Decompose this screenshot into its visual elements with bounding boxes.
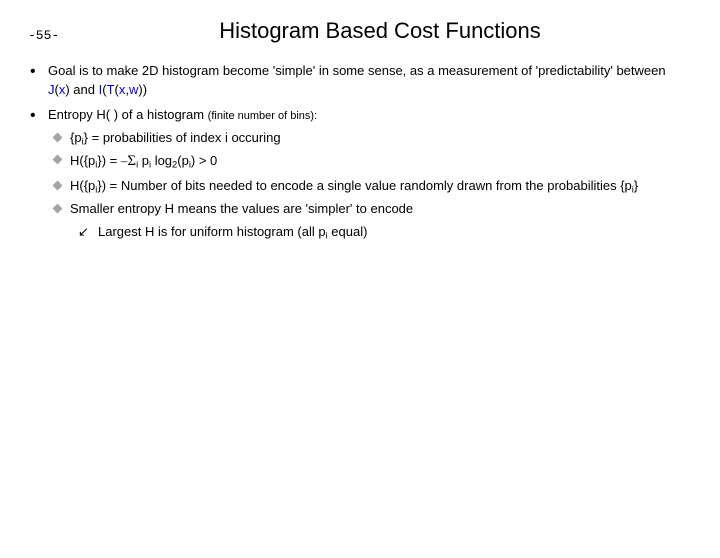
t: equal) xyxy=(328,224,368,239)
subsub-largest-h: Largest H is for uniform histogram (all … xyxy=(70,223,690,242)
t: }) = xyxy=(97,153,121,168)
sigma: Σ xyxy=(127,153,136,169)
sub-prob-def: {pi} = probabilities of index i occuring xyxy=(48,129,690,148)
sub-bits-needed: H({pi}) = Number of bits needed to encod… xyxy=(48,177,690,196)
t: Smaller entropy H means the values are '… xyxy=(70,201,413,216)
finite-note: (finite number of bins): xyxy=(208,110,317,122)
main-bullet-list: Goal is to make 2D histogram become 'sim… xyxy=(0,62,720,242)
sub-smaller-entropy: Smaller entropy H means the values are '… xyxy=(48,200,690,242)
t: {p xyxy=(70,130,82,145)
slide-title: Histogram Based Cost Functions xyxy=(0,18,720,44)
t: H({p xyxy=(70,153,95,168)
subsub-list: Largest H is for uniform histogram (all … xyxy=(70,223,690,242)
t: ) and xyxy=(65,82,98,97)
t: p xyxy=(138,153,149,168)
t: H({p xyxy=(70,178,95,193)
text: Entropy H( ) of a histogram xyxy=(48,107,208,122)
bullet-entropy: Entropy H( ) of a histogram (finite numb… xyxy=(30,106,690,242)
t: } xyxy=(634,178,638,193)
t: }) = Number of bits needed to encode a s… xyxy=(97,178,631,193)
t: (p xyxy=(177,153,189,168)
page-number: -55- xyxy=(28,28,59,43)
text: Goal is to make 2D histogram become 'sim… xyxy=(48,63,666,78)
sub-entropy-formula: H({pi}) = –Σi pi log2(pi) > 0 xyxy=(48,151,690,173)
t: Largest H is for uniform histogram (all … xyxy=(98,224,326,239)
w: w xyxy=(129,82,138,97)
t: )) xyxy=(138,82,147,97)
sub-bullet-list: {pi} = probabilities of index i occuring… xyxy=(48,129,690,242)
t: log xyxy=(151,153,172,168)
t: } = probabilities of index i occuring xyxy=(84,130,281,145)
t: ) > 0 xyxy=(191,153,217,168)
bullet-goal: Goal is to make 2D histogram become 'sim… xyxy=(30,62,690,100)
T-func: T xyxy=(107,82,115,97)
